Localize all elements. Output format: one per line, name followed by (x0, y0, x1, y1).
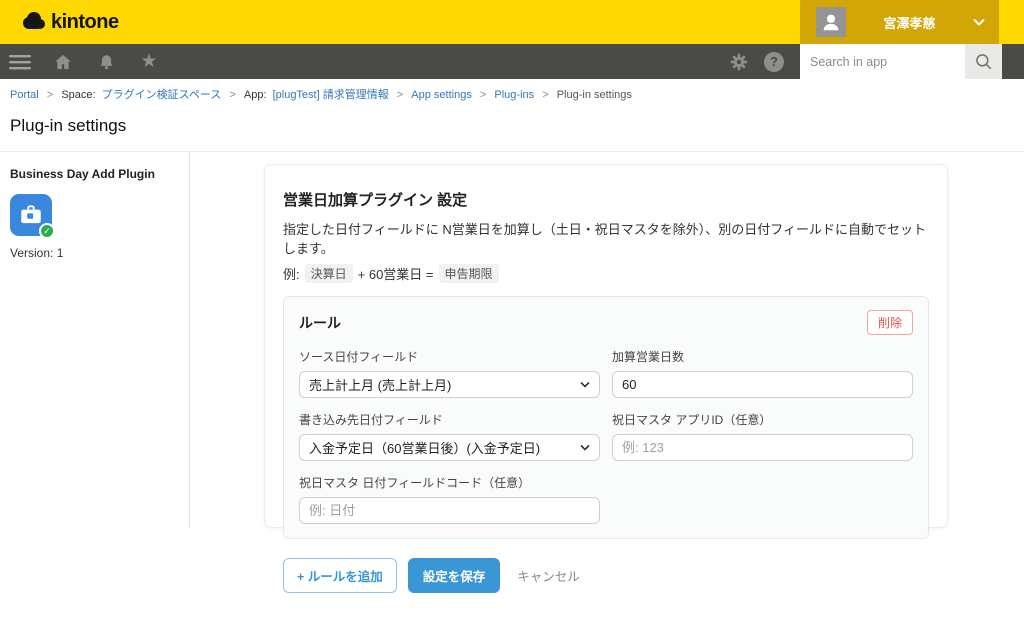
page-title: Plug-in settings (10, 116, 1014, 136)
help-icon[interactable]: ? (764, 52, 784, 72)
actions-row: + ルールを追加 設定を保存 キャンセル (283, 558, 929, 593)
plugin-version: Version: 1 (10, 246, 179, 260)
breadcrumb: Portal > Space: プラグイン検証スペース > App: [plug… (10, 86, 1014, 102)
nav-right-icons: ? (728, 44, 784, 79)
page-head: Portal > Space: プラグイン検証スペース > App: [plug… (0, 79, 1024, 152)
days-field-label: 加算営業日数 (612, 348, 913, 365)
delete-rule-button[interactable]: 削除 (867, 310, 913, 335)
user-menu[interactable]: 宮澤孝慈 (800, 0, 999, 44)
breadcrumb-app[interactable]: [plugTest] 請求管理情報 (273, 89, 389, 101)
holiday-field-code-group: 祝日マスタ 日付フィールドコード（任意） (299, 461, 600, 524)
check-icon: ✓ (43, 227, 51, 236)
breadcrumb-space-prefix: Space: (61, 89, 95, 101)
breadcrumb-separator: > (47, 89, 53, 101)
breadcrumb-app-settings[interactable]: App settings (411, 89, 472, 101)
favorites-star-icon[interactable]: ★ (138, 51, 160, 73)
cancel-link[interactable]: キャンセル (517, 566, 580, 585)
example-prefix: 例: (283, 264, 300, 283)
nav-left-icons: ★ (9, 51, 160, 73)
user-name: 宮澤孝慈 (846, 13, 973, 32)
source-field-group: ソース日付フィールド 売上計上月 (売上計上月) (299, 335, 600, 398)
rule-header: ルール 削除 (299, 310, 913, 335)
source-field-label: ソース日付フィールド (299, 348, 600, 365)
holiday-app-input[interactable] (612, 434, 913, 461)
holiday-field-code-label: 祝日マスタ 日付フィールドコード（任意） (299, 474, 600, 491)
example-chip-source: 決算日 (305, 264, 353, 283)
breadcrumb-space[interactable]: プラグイン検証スペース (102, 89, 222, 101)
add-rule-button[interactable]: + ルールを追加 (283, 558, 397, 593)
settings-gear-icon[interactable] (728, 51, 750, 73)
holiday-app-field-group: 祝日マスタ アプリID（任意） (612, 398, 913, 461)
settings-title: 営業日加算プラグイン 設定 (283, 189, 929, 210)
notifications-bell-icon[interactable] (95, 51, 117, 73)
briefcase-icon (18, 202, 44, 228)
settings-description: 指定した日付フィールドに N営業日を加算し（土日・祝日マスタを除外）、別の日付フ… (283, 219, 929, 257)
breadcrumb-current: Plug-in settings (557, 89, 632, 101)
person-icon (820, 11, 842, 33)
search-input[interactable] (800, 44, 965, 79)
plugin-name: Business Day Add Plugin (10, 167, 179, 181)
search-button[interactable] (965, 44, 1002, 79)
select-caret-icon (580, 381, 590, 388)
user-avatar (816, 7, 846, 37)
breadcrumb-app-prefix: App: (244, 89, 267, 101)
breadcrumb-separator: > (397, 89, 403, 101)
target-field-select[interactable]: 入金予定日（60営業日後）(入金予定日) (299, 434, 600, 461)
save-settings-button[interactable]: 設定を保存 (408, 558, 501, 593)
plugin-settings-card: 営業日加算プラグイン 設定 指定した日付フィールドに N営業日を加算し（土日・祝… (264, 164, 948, 528)
days-field-group: 加算営業日数 (612, 335, 913, 398)
holiday-field-code-input[interactable] (299, 497, 600, 524)
breadcrumb-separator: > (229, 89, 235, 101)
empty-cell (612, 461, 913, 524)
days-input[interactable] (612, 371, 913, 398)
source-field-value: 売上計上月 (売上計上月) (309, 375, 451, 394)
search-icon (974, 52, 994, 72)
source-field-select[interactable]: 売上計上月 (売上計上月) (299, 371, 600, 398)
target-field-value: 入金予定日（60営業日後）(入金予定日) (309, 438, 540, 457)
plugin-icon: ✓ (10, 194, 52, 236)
rule-title: ルール (299, 313, 341, 333)
global-navbar: ★ ? (0, 44, 1024, 79)
breadcrumb-separator: > (480, 89, 486, 101)
kintone-logo-icon (20, 10, 46, 34)
select-caret-icon (580, 444, 590, 451)
breadcrumb-plugins[interactable]: Plug-ins (494, 89, 534, 101)
holiday-app-label: 祝日マスタ アプリID（任意） (612, 411, 913, 428)
breadcrumb-portal[interactable]: Portal (10, 89, 39, 101)
rule-card: ルール 削除 ソース日付フィールド 売上計上月 (売上計上月) 加算営業日数 (283, 296, 929, 539)
hamburger-menu-icon[interactable] (9, 51, 31, 73)
app-header: kintone 宮澤孝慈 (0, 0, 1024, 44)
plugin-sidebar: Business Day Add Plugin ✓ Version: 1 (0, 152, 190, 528)
home-icon[interactable] (52, 51, 74, 73)
target-field-label: 書き込み先日付フィールド (299, 411, 600, 428)
chevron-down-icon (973, 18, 985, 26)
content-area: Business Day Add Plugin ✓ Version: 1 営業日… (0, 152, 1024, 528)
brand-text: kintone (51, 11, 119, 34)
app-search (800, 44, 1002, 79)
enabled-check-badge: ✓ (39, 223, 55, 239)
rule-fields: ソース日付フィールド 売上計上月 (売上計上月) 加算営業日数 書き込み先日付フ… (299, 335, 913, 524)
kintone-logo[interactable]: kintone (20, 10, 119, 34)
target-field-group: 書き込み先日付フィールド 入金予定日（60営業日後）(入金予定日) (299, 398, 600, 461)
breadcrumb-separator: > (542, 89, 548, 101)
example-chip-target: 申告期限 (439, 264, 499, 283)
settings-example: 例: 決算日 + 60営業日 = 申告期限 (283, 264, 929, 283)
example-middle: + 60営業日 = (358, 264, 434, 283)
